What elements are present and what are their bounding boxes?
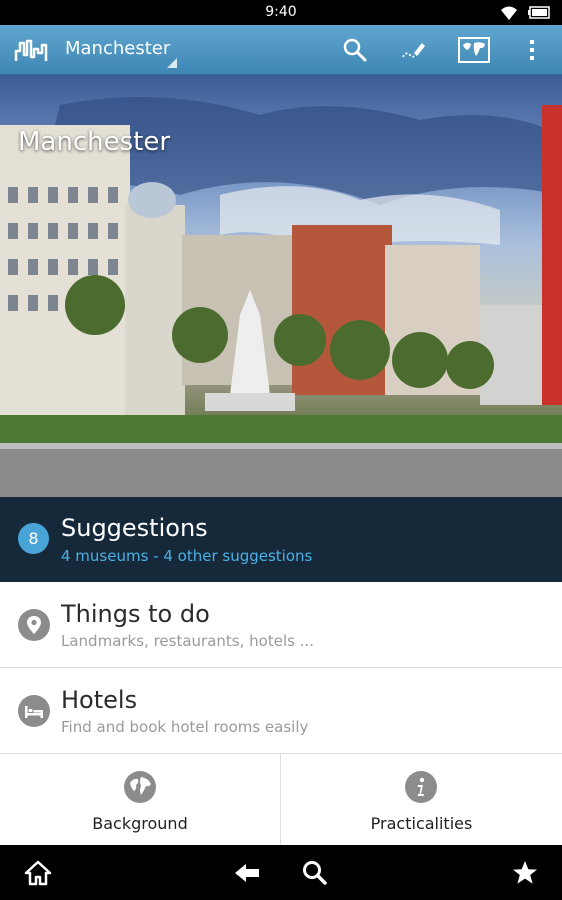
battery-icon xyxy=(528,6,550,19)
things-to-do-title: Things to do xyxy=(61,600,210,628)
info-icon xyxy=(405,771,437,803)
hotels-title: Hotels xyxy=(61,686,138,714)
hotels-row[interactable]: Hotels Find and book hotel rooms easily xyxy=(0,668,562,754)
status-bar: 9:40 xyxy=(0,0,562,25)
background-tile[interactable]: Background xyxy=(0,754,281,845)
status-time: 9:40 xyxy=(265,4,297,20)
things-to-do-subtitle: Landmarks, restaurants, hotels ... xyxy=(61,632,314,650)
suggestions-subtitle: 4 museums - 4 other suggestions xyxy=(61,547,313,565)
nav-search-icon[interactable] xyxy=(301,859,329,887)
city-hero-image: Manchester xyxy=(0,75,562,497)
map-icon[interactable] xyxy=(458,36,490,64)
suggestions-title: Suggestions xyxy=(61,514,208,542)
action-bar: Manchester xyxy=(0,25,562,75)
location-pin-icon xyxy=(18,609,50,641)
city-dropdown-indicator[interactable] xyxy=(167,58,177,68)
practicalities-label: Practicalities xyxy=(370,814,473,833)
search-icon[interactable] xyxy=(342,37,368,63)
city-title[interactable]: Manchester xyxy=(65,38,170,59)
things-to-do-row[interactable]: Things to do Landmarks, restaurants, hot… xyxy=(0,582,562,668)
wifi-icon xyxy=(501,6,517,20)
globe-icon xyxy=(124,771,156,803)
suggestions-count-badge: 8 xyxy=(18,523,49,554)
hotels-subtitle: Find and book hotel rooms easily xyxy=(61,718,309,736)
navigation-bar xyxy=(0,845,562,900)
app-logo-icon[interactable] xyxy=(14,37,48,63)
background-label: Background xyxy=(92,814,188,833)
bed-icon xyxy=(18,695,50,727)
back-arrow-icon[interactable] xyxy=(233,859,261,887)
star-icon[interactable] xyxy=(511,859,539,887)
hero-city-title: Manchester xyxy=(18,127,171,157)
suggestions-row[interactable]: 8 Suggestions 4 museums - 4 other sugges… xyxy=(0,497,562,582)
overflow-menu-icon[interactable] xyxy=(524,37,540,63)
home-icon[interactable] xyxy=(24,859,52,887)
edit-icon[interactable] xyxy=(400,37,426,63)
practicalities-tile[interactable]: Practicalities xyxy=(281,754,562,845)
